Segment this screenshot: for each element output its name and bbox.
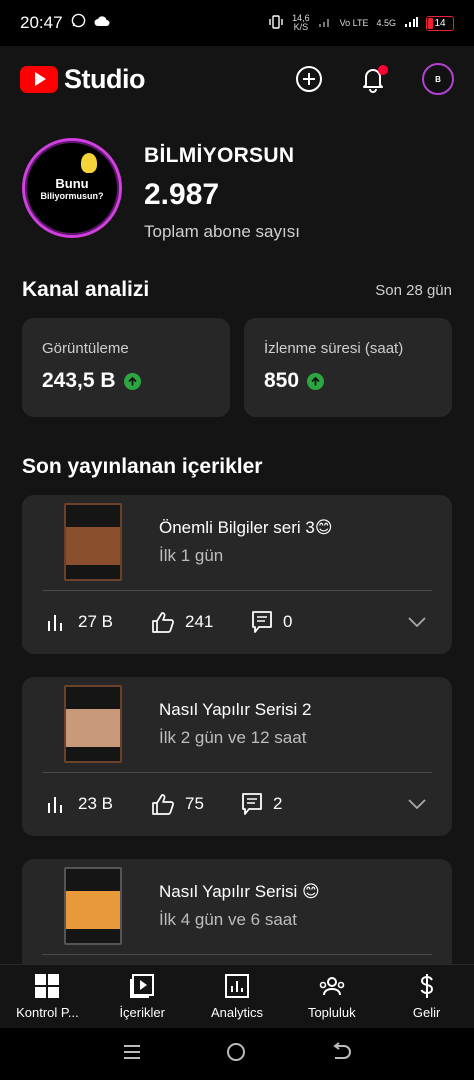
status-time: 20:47 [20,13,63,32]
home-circle-icon [226,1042,245,1061]
nav-content[interactable]: İçerikler [95,965,190,1028]
nav-label: Gelir [412,1005,441,1020]
notifications-button[interactable] [358,64,388,94]
arrow-up-icon [123,372,141,390]
content-icon [130,974,155,998]
nav-label: Topluluk [307,1005,356,1020]
dashboard-icon [35,974,60,998]
video-period: İlk 1 gün [159,546,224,565]
views-value: 243,5 B [42,369,116,392]
signal-strength-icon [404,16,418,30]
divider [42,772,432,773]
bottom-nav: Kontrol P... İçerikler Analytics Toplulu… [0,964,474,1028]
community-icon [319,977,345,996]
views-label: Görüntüleme [42,340,129,357]
battery-indicator: 14 [426,15,454,31]
video-comments: 2 [273,794,283,813]
nav-label: İçerikler [119,1005,165,1020]
video-views: 27 B [78,612,113,631]
video-likes: 241 [185,612,214,631]
app-bar: Studio B [0,46,474,112]
account-avatar-text: B [435,74,441,84]
main-content: Bunu Biliyormusun? BİLMİYORSUN 2.987 Top… [0,112,474,964]
video-card[interactable]: Nasıl Yapılır Serisi 2 İlk 2 gün ve 12 s… [22,677,452,836]
channel-avatar[interactable]: Bunu Biliyormusun? [22,138,122,238]
cloud-icon [94,14,110,32]
youtube-play-icon [20,65,58,93]
bar-chart-icon [48,615,62,631]
avatar-text-1: Bunu [55,175,89,191]
video-period: İlk 4 gün ve 6 saat [159,910,297,929]
subscriber-label: Toplam abone sayısı [144,222,300,241]
avatar-text-2: Biliyormusun? [40,190,104,201]
back-icon [333,1041,352,1059]
menu-icon [123,1044,140,1059]
divider [42,590,432,591]
vibrate-icon [268,15,284,31]
expand-button[interactable] [406,611,428,633]
chevron-down-icon [408,799,426,809]
video-period: İlk 2 gün ve 12 saat [159,728,307,747]
watch-time-card[interactable]: İzlenme süresi (saat) 850 [244,318,452,417]
video-card[interactable]: Nasıl Yapılır Serisi 😊 İlk 4 gün ve 6 sa… [22,859,452,964]
comment-icon [252,611,272,633]
nav-label: Analytics [210,1005,263,1020]
account-avatar-button[interactable]: B [422,63,454,95]
signal-icon [318,16,332,30]
watch-time-label: İzlenme süresi (saat) [264,340,404,357]
expand-button[interactable] [406,793,428,815]
arrow-up-icon [307,372,325,390]
home-button[interactable] [225,1041,247,1068]
nav-dashboard[interactable]: Kontrol P... [0,965,95,1028]
studio-logo: Studio [20,64,145,95]
whatsapp-icon [71,13,86,33]
back-button[interactable] [330,1041,352,1067]
lightbulb-icon [81,153,97,173]
video-likes: 75 [185,794,204,813]
divider [42,954,432,955]
add-circle-icon [296,66,322,92]
video-card[interactable]: Önemli Bilgiler seri 3😊 İlk 1 gün 27 B 2… [22,495,452,654]
views-card[interactable]: Görüntüleme 243,5 B [22,318,230,417]
comment-icon [242,793,262,815]
nav-analytics[interactable]: Analytics [190,965,285,1028]
logo-text: Studio [64,63,145,94]
chevron-down-icon [408,617,426,627]
subscriber-count: 2.987 [144,178,220,211]
video-title: Nasıl Yapılır Serisi 😊 [159,882,320,901]
channel-header: Bunu Biliyormusun? BİLMİYORSUN 2.987 Top… [22,138,300,242]
earn-icon [420,974,433,998]
video-thumbnail [64,867,122,945]
video-comments: 0 [283,612,293,631]
video-thumbnail [64,685,122,763]
nav-earn[interactable]: Gelir [379,965,474,1028]
network-type: 4.5G [376,17,396,28]
video-views: 23 B [78,794,113,813]
watch-time-value: 850 [264,369,300,392]
create-button[interactable] [294,64,324,94]
thumbs-up-icon [152,612,174,633]
net-speed: 14,6 K/S [292,13,310,32]
recent-apps-button[interactable] [122,1043,142,1066]
bar-chart-icon [48,797,62,813]
notification-dot [378,65,388,75]
analytics-period[interactable]: Son 28 gün [375,282,452,299]
system-nav-bar [0,1028,474,1080]
video-title: Nasıl Yapılır Serisi 2 [159,700,312,719]
video-title: Önemli Bilgiler seri 3😊 [159,518,333,537]
thumbs-up-icon [152,794,174,815]
analytics-icon [224,974,249,998]
volte-label: Vo LTE [339,17,369,28]
video-thumbnail [64,503,122,581]
analytics-title: Kanal analizi [22,278,150,301]
recent-content-title: Son yayınlanan içerikler [22,455,263,478]
channel-name: BİLMİYORSUN [144,144,295,167]
nav-label: Kontrol P... [16,1005,79,1020]
nav-community[interactable]: Topluluk [284,965,379,1028]
status-bar: 20:47 14,6 K/S Vo LTE 4.5G 14 [0,0,474,46]
